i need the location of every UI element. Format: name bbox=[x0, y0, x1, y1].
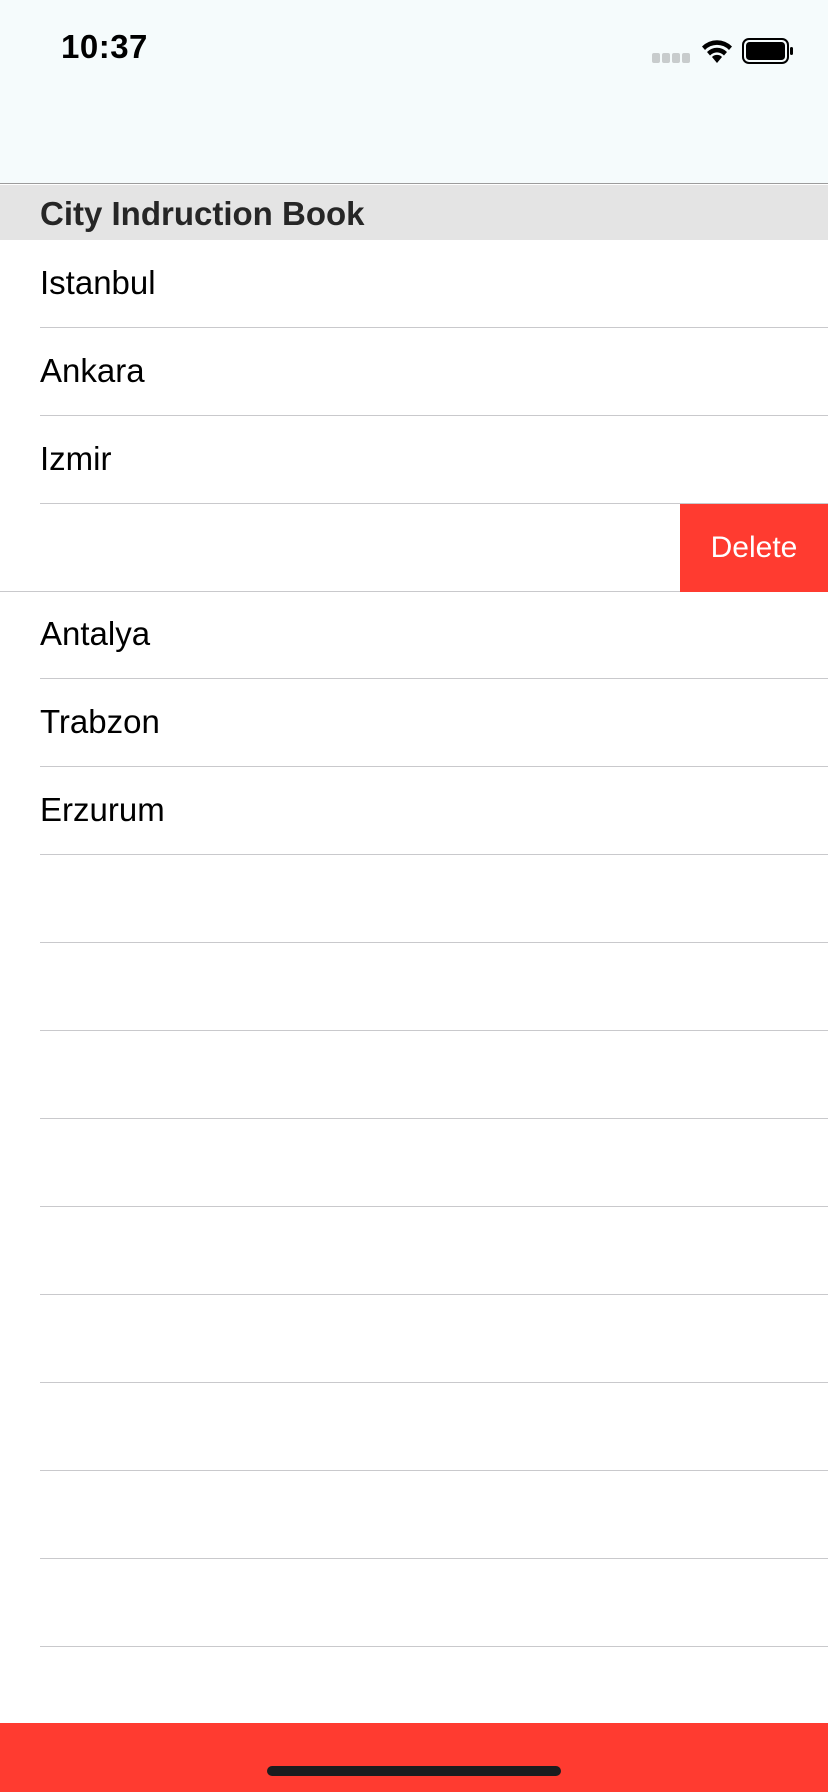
empty-row bbox=[40, 1383, 828, 1471]
navigation-bar: 10:37 bbox=[0, 0, 828, 184]
wifi-icon bbox=[702, 40, 732, 63]
city-label: Erzurum bbox=[40, 791, 165, 828]
list-item[interactable]: Istanbul bbox=[40, 240, 828, 328]
city-list: Istanbul Ankara Izmir akir Delete Antaly… bbox=[0, 240, 828, 1647]
list-item[interactable]: Antalya bbox=[40, 591, 828, 679]
city-label: Antalya bbox=[40, 615, 151, 652]
list-item[interactable]: Trabzon bbox=[40, 679, 828, 767]
home-indicator[interactable] bbox=[267, 1766, 561, 1776]
city-label: Trabzon bbox=[40, 703, 160, 740]
bottom-bar bbox=[0, 1723, 828, 1792]
section-title: City Indruction Book bbox=[40, 195, 365, 232]
list-item[interactable]: Erzurum bbox=[40, 767, 828, 855]
list-item-swiped[interactable]: akir Delete bbox=[0, 504, 828, 592]
cellular-signal-icon bbox=[652, 53, 690, 63]
battery-icon bbox=[742, 38, 793, 64]
app-screen: 10:37 City Indruction Book Istanbul Anka… bbox=[0, 0, 828, 1792]
empty-row bbox=[40, 1031, 828, 1119]
empty-row bbox=[40, 1471, 828, 1559]
empty-row bbox=[40, 1119, 828, 1207]
section-header: City Indruction Book bbox=[0, 185, 828, 240]
empty-row bbox=[40, 1559, 828, 1647]
city-label: Ankara bbox=[40, 352, 145, 389]
list-item[interactable]: Izmir bbox=[40, 416, 828, 504]
empty-row bbox=[40, 1295, 828, 1383]
city-label: Izmir bbox=[40, 440, 112, 477]
city-label: Istanbul bbox=[40, 264, 156, 301]
empty-row bbox=[40, 855, 828, 943]
status-time: 10:37 bbox=[61, 28, 148, 65]
delete-button[interactable]: Delete bbox=[680, 504, 828, 592]
swiped-row-content[interactable]: akir bbox=[0, 504, 680, 592]
list-item[interactable]: Ankara bbox=[40, 328, 828, 416]
empty-row bbox=[40, 943, 828, 1031]
empty-row bbox=[40, 1207, 828, 1295]
